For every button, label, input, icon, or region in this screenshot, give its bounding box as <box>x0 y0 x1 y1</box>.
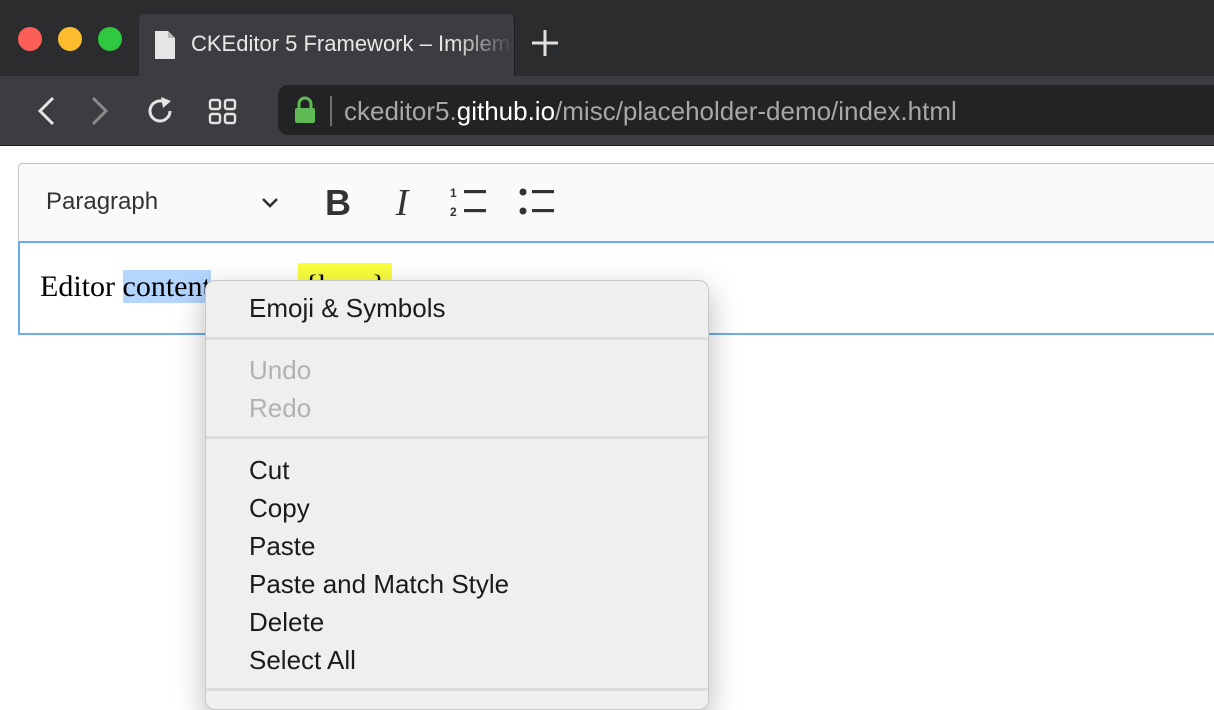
url-host: github.io <box>456 96 556 126</box>
url-prefix: ckeditor5. <box>344 96 457 126</box>
bold-button[interactable]: B <box>318 182 358 224</box>
menu-item-cut[interactable]: Cut <box>249 455 289 486</box>
menu-item-redo[interactable]: Redo <box>249 393 311 424</box>
close-window-button[interactable] <box>18 27 42 51</box>
editor-text-plain: Editor <box>40 270 123 303</box>
context-menu: Emoji & Symbols Undo Redo Cut Copy Paste… <box>205 280 709 710</box>
svg-text:2: 2 <box>450 205 457 219</box>
heading-dropdown-label: Paragraph <box>46 188 159 215</box>
svg-text:1: 1 <box>450 186 457 200</box>
bulleted-list-icon[interactable] <box>516 184 558 220</box>
tab-overview-icon[interactable] <box>208 98 238 126</box>
numbered-list-icon[interactable]: 1 2 <box>448 184 490 220</box>
editor-text-selected: content <box>122 270 211 303</box>
url-path: /misc/placeholder-demo/index.html <box>555 96 957 126</box>
menu-separator <box>206 436 708 439</box>
italic-button[interactable]: I <box>382 182 422 224</box>
menu-separator <box>206 688 708 691</box>
back-icon[interactable] <box>36 96 58 126</box>
minimize-window-button[interactable] <box>58 27 82 51</box>
menu-item-select-all[interactable]: Select All <box>249 645 356 676</box>
menu-item-delete[interactable]: Delete <box>249 607 324 638</box>
browser-tab[interactable]: CKEditor 5 Framework – Implementing a pl… <box>139 14 515 76</box>
menu-item-emoji-symbols[interactable]: Emoji & Symbols <box>249 293 446 324</box>
menu-item-copy[interactable]: Copy <box>249 493 310 524</box>
forward-icon[interactable] <box>88 96 110 126</box>
menu-item-paste[interactable]: Paste <box>249 531 316 562</box>
new-tab-icon[interactable] <box>530 28 560 58</box>
menu-item-undo[interactable]: Undo <box>249 355 311 386</box>
zoom-window-button[interactable] <box>98 27 122 51</box>
document-icon <box>155 31 175 59</box>
menu-separator <box>206 337 708 340</box>
heading-dropdown[interactable]: Paragraph <box>46 186 286 220</box>
address-separator <box>330 96 332 126</box>
menu-item-paste-and-match-style[interactable]: Paste and Match Style <box>249 569 509 600</box>
url-text[interactable]: ckeditor5.github.io/misc/placeholder-dem… <box>344 96 957 127</box>
lock-icon <box>295 96 315 123</box>
chevron-down-icon <box>262 198 278 208</box>
tab-title-fade <box>454 14 514 76</box>
editor-paragraph[interactable]: Editor content <box>40 270 211 304</box>
reload-icon[interactable] <box>144 95 176 127</box>
